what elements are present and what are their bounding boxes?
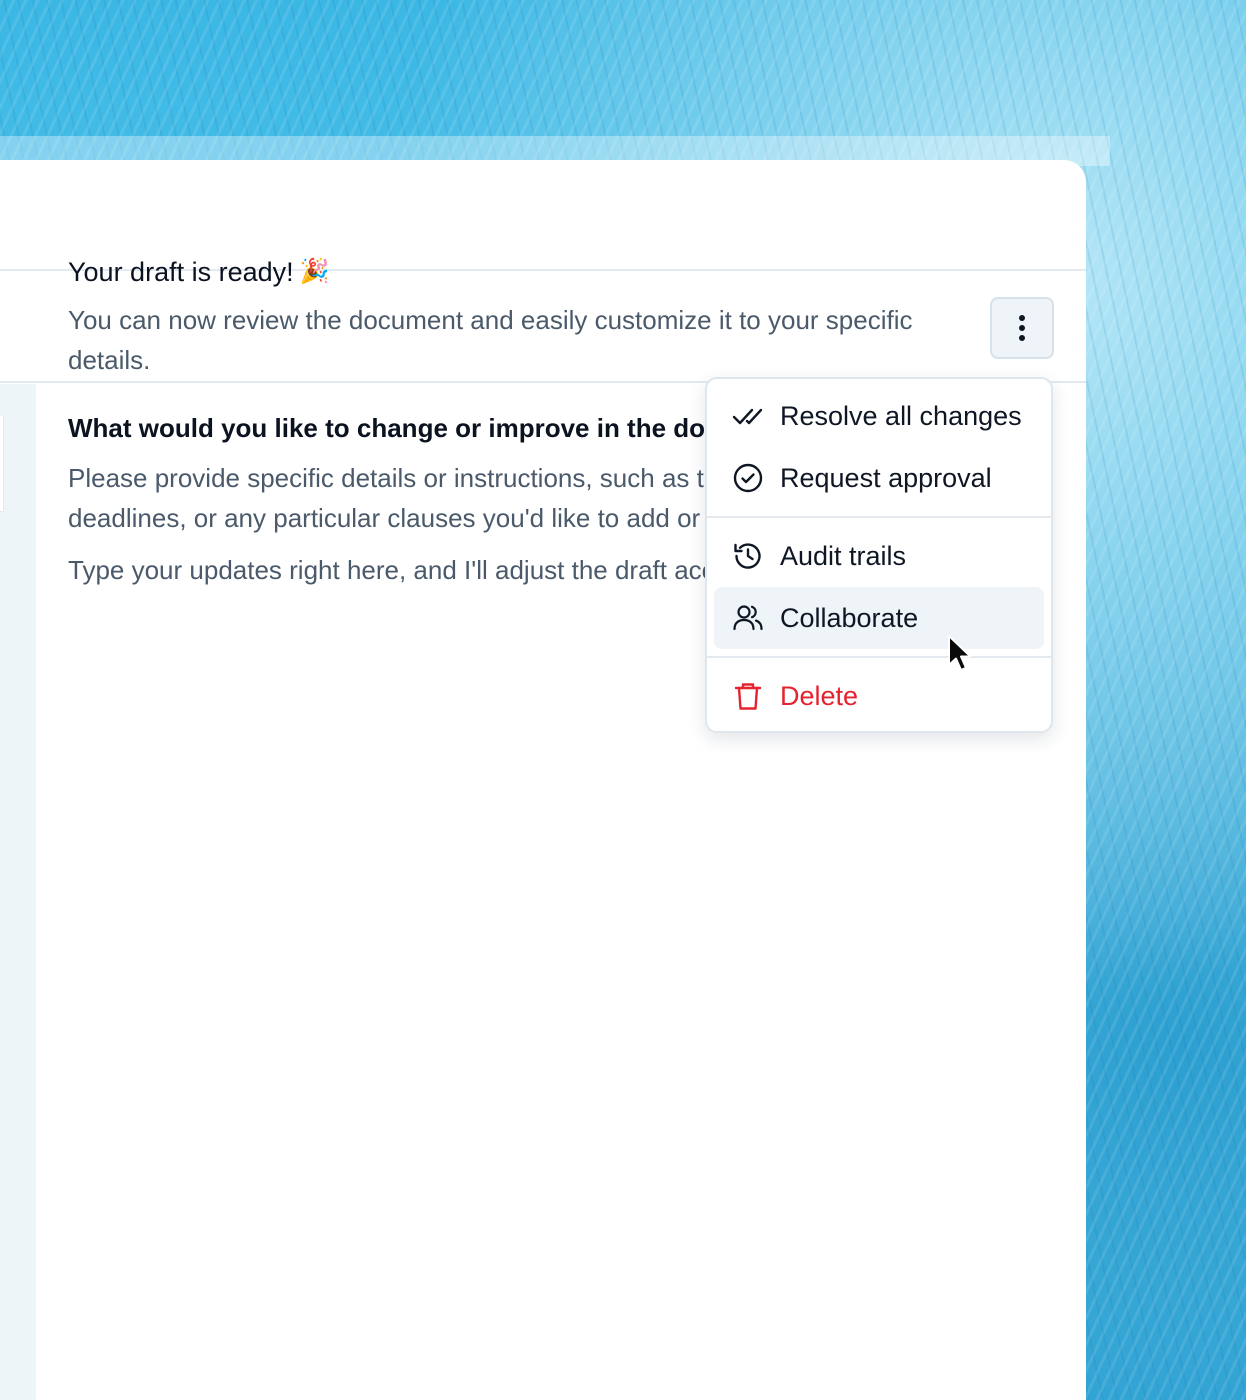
double-check-icon	[732, 400, 764, 432]
message-intro: You can now review the document and easi…	[68, 305, 913, 375]
menu-item-audit-trails[interactable]: Audit trails	[714, 525, 1044, 587]
menu-divider	[707, 656, 1051, 658]
menu-item-resolve-all-changes[interactable]: Resolve all changes	[714, 385, 1044, 447]
menu-item-request-approval[interactable]: Request approval	[714, 447, 1044, 509]
left-panel	[0, 384, 36, 1400]
party-popper-icon: 🎉	[299, 258, 330, 285]
menu-item-collaborate[interactable]: Collaborate	[714, 587, 1044, 649]
message-heading-text: Your draft is ready!	[68, 257, 294, 287]
menu-item-label: Collaborate	[780, 602, 919, 633]
menu-item-delete[interactable]: Delete	[714, 665, 1044, 727]
check-circle-icon	[732, 462, 764, 494]
trash-icon	[732, 680, 764, 712]
menu-item-label: Request approval	[780, 462, 992, 493]
options-menu: Resolve all changes Request approval Aud…	[705, 377, 1053, 733]
menu-item-label: Audit trails	[780, 540, 907, 571]
menu-item-label: Resolve all changes	[780, 400, 1022, 431]
menu-item-label: Delete	[780, 680, 859, 711]
users-icon	[732, 602, 764, 634]
history-icon	[732, 540, 764, 572]
menu-divider	[707, 516, 1051, 518]
left-panel-card	[0, 416, 4, 512]
message-heading: Your draft is ready! 🎉	[68, 254, 1028, 290]
mouse-pointer-icon	[948, 635, 972, 671]
